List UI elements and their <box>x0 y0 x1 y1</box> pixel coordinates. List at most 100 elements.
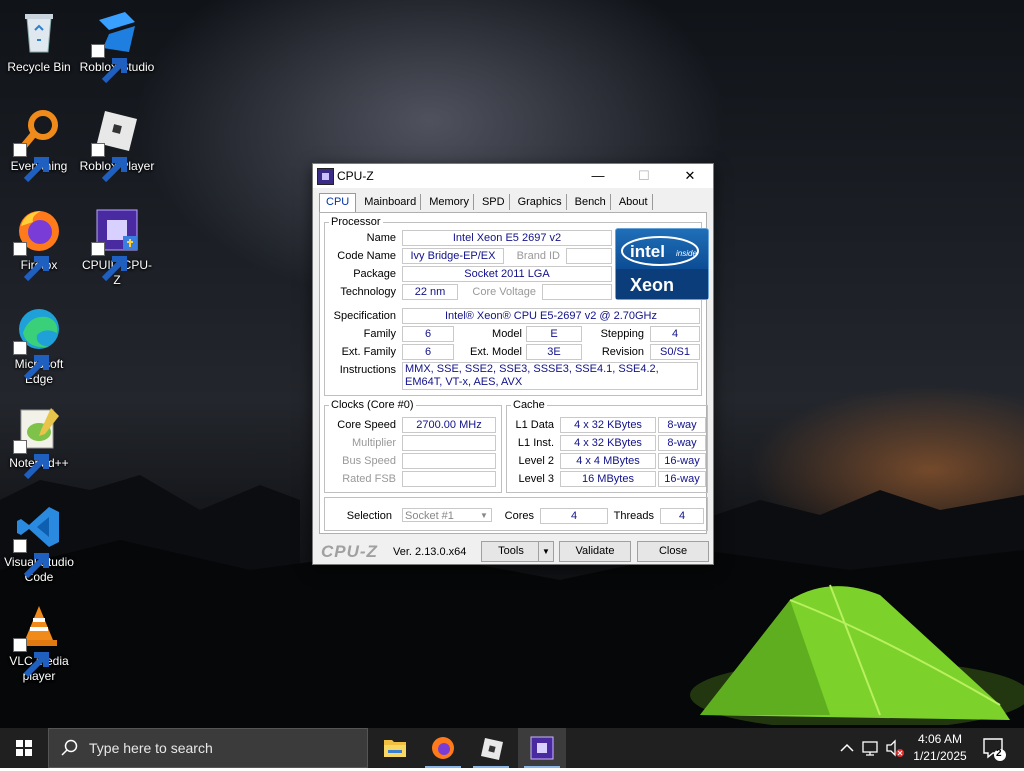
multiplier-value <box>402 435 496 451</box>
instructions-label: Instructions <box>339 364 396 376</box>
cache-row-size: 16 MBytes <box>560 471 656 487</box>
notification-center-button[interactable]: 2 <box>980 728 1008 768</box>
desktop-icon-edge[interactable]: Microsoft Edge <box>1 305 77 387</box>
shortcut-arrow-icon <box>13 242 49 282</box>
intel-logo-icon: intel inside Xeon <box>616 236 708 299</box>
cache-row-size: 4 x 32 KBytes <box>560 435 656 451</box>
volume-control[interactable] <box>884 728 906 768</box>
show-hidden-icons-button[interactable] <box>838 728 856 768</box>
maximize-button[interactable]: ☐ <box>621 164 667 188</box>
search-icon <box>61 739 78 756</box>
firefox-icon <box>432 737 454 759</box>
file-explorer-icon <box>384 740 406 757</box>
taskbar-clock[interactable]: 4:06 AM 1/21/2025 <box>905 731 975 765</box>
everything-search-icon <box>13 107 63 183</box>
technology-label: Technology <box>340 286 396 298</box>
roblox-player-icon <box>91 107 141 183</box>
notification-count-badge: 2 <box>996 748 1002 759</box>
busspeed-value <box>402 453 496 469</box>
extmodel-label: Ext. Model <box>470 346 522 358</box>
clocks-legend: Clocks (Core #0) <box>331 399 414 411</box>
close-button[interactable]: Close <box>637 541 709 562</box>
cache-row-label: L1 Inst. <box>517 437 554 449</box>
taskbar-file-explorer[interactable] <box>371 728 419 768</box>
taskbar: Type here to search 4:06 AM 1/21/2025 2 <box>0 728 1024 768</box>
tools-button[interactable]: Tools <box>481 541 541 562</box>
desktop-icon-notepadpp[interactable]: Notepad++ <box>1 404 77 480</box>
cpuz-app-icon <box>317 168 334 185</box>
cpuz-icon <box>530 736 554 760</box>
spec-value: Intel® Xeon® CPU E5-2697 v2 @ 2.70GHz <box>402 308 700 324</box>
roblox-studio-icon <box>91 8 141 84</box>
desktop-icon-vlc[interactable]: VLC media player <box>1 602 77 684</box>
stepping-label: Stepping <box>600 328 644 340</box>
firefox-icon <box>13 206 63 282</box>
cpu-tab-panel: Processor Name Intel Xeon E5 2697 v2 Cod… <box>319 212 709 534</box>
chevron-up-icon <box>840 743 854 752</box>
desktop-icon-roblox-studio[interactable]: Roblox Studio <box>79 8 155 84</box>
desktop-icon-everything[interactable]: Everything <box>1 107 77 183</box>
socket-select[interactable]: Socket #1 <box>402 508 492 522</box>
network-icon <box>862 741 878 756</box>
tab-memory[interactable]: Memory <box>425 194 474 210</box>
threads-value: 4 <box>660 508 704 524</box>
window-titlebar[interactable]: CPU-Z — ☐ ✕ <box>313 164 713 188</box>
tab-mainboard[interactable]: Mainboard <box>360 194 422 210</box>
tab-cpu[interactable]: CPU <box>319 193 357 212</box>
shortcut-arrow-icon <box>91 44 127 84</box>
desktop-icon-recycle-bin[interactable]: Recycle Bin <box>1 8 77 75</box>
extfamily-value: 6 <box>402 344 454 360</box>
desktop-icon-vscode[interactable]: Visual Studio Code <box>1 503 77 585</box>
cpuz-icon <box>91 206 141 282</box>
windows-logo-icon <box>16 740 32 756</box>
taskbar-roblox[interactable] <box>467 728 515 768</box>
tab-graphics[interactable]: Graphics <box>514 194 567 210</box>
tab-bench[interactable]: Bench <box>571 194 611 210</box>
search-placeholder: Type here to search <box>89 740 213 756</box>
edge-icon <box>13 305 63 381</box>
cache-row-size: 4 x 4 MBytes <box>560 453 656 469</box>
network-status[interactable] <box>860 728 882 768</box>
cpuz-brand-logo: CPU-Z <box>321 542 378 561</box>
shortcut-arrow-icon <box>91 143 127 183</box>
cpuz-window: CPU-Z — ☐ ✕ CPU Mainboard Memory SPD Gra… <box>312 163 714 565</box>
tab-about[interactable]: About <box>615 194 653 210</box>
minimize-button[interactable]: — <box>575 164 621 188</box>
shortcut-arrow-icon <box>13 440 49 480</box>
cores-label: Cores <box>504 510 534 522</box>
shortcut-arrow-icon <box>13 341 49 381</box>
cores-value: 4 <box>540 508 608 524</box>
threads-label: Threads <box>613 510 654 522</box>
ratedfsb-label: Rated FSB <box>342 473 396 485</box>
taskbar-firefox[interactable] <box>419 728 467 768</box>
validate-button[interactable]: Validate <box>559 541 631 562</box>
busspeed-label: Bus Speed <box>342 455 396 467</box>
tools-dropdown-button[interactable]: ▼ <box>538 541 554 562</box>
name-label: Name <box>366 232 396 244</box>
volume-muted-icon <box>886 739 904 757</box>
close-window-button[interactable]: ✕ <box>667 164 713 188</box>
taskbar-cpuz[interactable] <box>518 728 566 768</box>
extmodel-value: 3E <box>526 344 582 360</box>
clock-time: 4:06 AM <box>917 732 963 746</box>
start-button[interactable] <box>0 728 48 768</box>
instructions-value: MMX, SSE, SSE2, SSE3, SSSE3, SSE4.1, SSE… <box>402 362 698 390</box>
revision-value: S0/S1 <box>650 344 700 360</box>
taskbar-search-box[interactable]: Type here to search <box>48 728 368 768</box>
tab-spd[interactable]: SPD <box>478 194 510 210</box>
cache-row-assoc: 8-way <box>658 417 706 433</box>
notepadpp-icon <box>13 404 63 480</box>
clock-date: 1/21/2025 <box>913 749 967 763</box>
desktop-icon-firefox[interactable]: Firefox <box>1 206 77 282</box>
desktop-icon-cpuz[interactable]: CPUID CPU-Z <box>79 206 155 288</box>
package-label: Package <box>353 268 396 280</box>
revision-label: Revision <box>601 346 644 358</box>
model-label: Model <box>492 328 522 340</box>
cache-row-label: Level 3 <box>518 473 554 485</box>
extfamily-label: Ext. Family <box>341 346 396 358</box>
selection-label: Selection <box>346 510 392 522</box>
window-footer: CPU-Z Ver. 2.13.0.x64 Tools ▼ Validate C… <box>313 538 713 562</box>
family-value: 6 <box>402 326 454 342</box>
shortcut-arrow-icon <box>13 143 49 183</box>
desktop-icon-roblox-player[interactable]: Roblox Player <box>79 107 155 183</box>
